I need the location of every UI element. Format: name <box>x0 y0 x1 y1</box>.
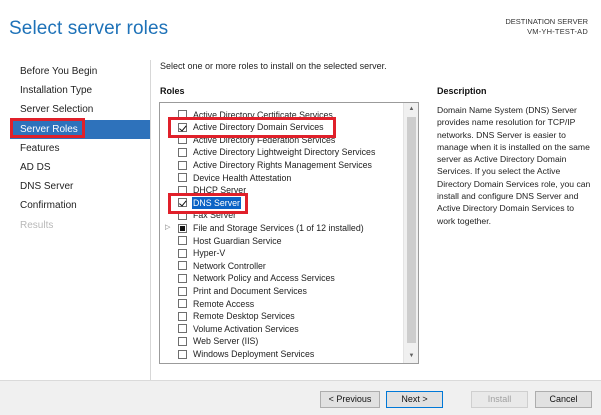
roles-heading: Roles <box>160 86 185 96</box>
role-row[interactable]: ▷ File and Storage Services (1 of 12 inst… <box>160 222 403 235</box>
role-row[interactable]: Hyper-V <box>160 247 403 260</box>
wizard-nav: Before You Begin Installation Type Serve… <box>10 62 150 235</box>
nav-item-server-selection[interactable]: Server Selection <box>10 100 150 119</box>
role-label: Hyper-V <box>193 248 226 259</box>
role-row[interactable]: Web Server (IIS) <box>160 335 403 348</box>
role-checkbox[interactable] <box>178 286 187 296</box>
role-row[interactable]: Windows Deployment Services <box>160 348 403 361</box>
destination-server: DESTINATION SERVER VM-YH-TEST-AD <box>505 17 588 37</box>
nav-item-features[interactable]: Features <box>10 139 150 158</box>
role-row[interactable]: Host Guardian Service <box>160 235 403 248</box>
role-row[interactable]: Network Policy and Access Services <box>160 272 403 285</box>
role-label: Network Controller <box>193 260 266 271</box>
role-label: Volume Activation Services <box>193 323 299 334</box>
role-row[interactable]: Print and Document Services <box>160 285 403 298</box>
role-row[interactable]: Device Health Attestation <box>160 172 403 185</box>
nav-item-installation-type[interactable]: Installation Type <box>10 81 150 100</box>
role-checkbox[interactable] <box>178 261 187 271</box>
role-row[interactable]: Network Controller <box>160 260 403 273</box>
scrollbar-thumb[interactable] <box>407 117 416 343</box>
role-label: Active Directory Lightweight Directory S… <box>193 147 376 158</box>
nav-item-dns-server[interactable]: DNS Server <box>10 177 150 196</box>
role-label: Remote Desktop Services <box>193 311 295 322</box>
role-checkbox[interactable] <box>178 274 187 284</box>
role-checkbox[interactable] <box>178 337 187 347</box>
annotation-box-ad-ds <box>168 117 336 138</box>
chevron-down-icon[interactable]: ▼ <box>404 350 418 363</box>
role-label: Remote Access <box>193 298 255 309</box>
nav-divider <box>150 60 151 380</box>
role-row[interactable]: Volume Activation Services <box>160 323 403 336</box>
destination-server-value: VM-YH-TEST-AD <box>527 27 588 36</box>
nav-item-ad-ds[interactable]: AD DS <box>10 158 150 177</box>
page-title: Select server roles <box>9 18 169 39</box>
description-text: Domain Name System (DNS) Server provides… <box>437 105 591 226</box>
role-label: Web Server (IIS) <box>193 336 259 347</box>
nav-item-before-you-begin[interactable]: Before You Begin <box>10 62 150 81</box>
role-row[interactable]: Active Directory Lightweight Directory S… <box>160 146 403 159</box>
destination-server-label: DESTINATION SERVER <box>505 17 588 26</box>
description-heading: Description <box>437 86 487 96</box>
role-label: Device Health Attestation <box>193 172 292 183</box>
role-row[interactable]: Active Directory Rights Management Servi… <box>160 159 403 172</box>
role-checkbox[interactable] <box>178 248 187 258</box>
triangle-right-icon[interactable]: ▷ <box>165 222 170 235</box>
role-checkbox[interactable] <box>178 299 187 309</box>
nav-item-results: Results <box>20 219 54 231</box>
role-checkbox[interactable] <box>178 349 187 359</box>
next-button[interactable]: Next > <box>386 391 443 408</box>
chevron-up-icon[interactable]: ▲ <box>404 103 418 116</box>
role-checkbox[interactable] <box>178 148 187 158</box>
role-label: Print and Document Services <box>193 285 307 296</box>
role-label: File and Storage Services (1 of 12 insta… <box>193 222 364 233</box>
role-row[interactable]: Remote Desktop Services <box>160 310 403 323</box>
role-checkbox[interactable] <box>178 160 187 170</box>
wizard-footer: < Previous Next > Install Cancel <box>0 380 601 415</box>
role-checkbox[interactable] <box>178 173 187 183</box>
list-clip <box>160 103 403 109</box>
roles-scrollbar[interactable]: ▲ ▼ <box>403 103 418 363</box>
role-checkbox[interactable] <box>178 223 187 233</box>
role-label: Windows Deployment Services <box>193 348 315 359</box>
role-checkbox[interactable] <box>178 236 187 246</box>
role-label: Active Directory Rights Management Servi… <box>193 159 372 170</box>
cancel-button[interactable]: Cancel <box>535 391 592 408</box>
role-label: Host Guardian Service <box>193 235 282 246</box>
role-checkbox[interactable] <box>178 324 187 334</box>
role-checkbox[interactable] <box>178 311 187 321</box>
previous-button[interactable]: < Previous <box>320 391 380 408</box>
role-label: Network Policy and Access Services <box>193 273 335 284</box>
role-row[interactable]: Remote Access <box>160 298 403 311</box>
install-button: Install <box>471 391 528 408</box>
annotation-box-server-roles <box>10 118 85 138</box>
annotation-box-dns-server <box>168 193 248 214</box>
roles-list-box[interactable]: Active Directory Certificate Services Act… <box>159 102 419 364</box>
instruction-text: Select one or more roles to install on t… <box>160 61 387 71</box>
nav-item-confirmation[interactable]: Confirmation <box>10 196 150 215</box>
